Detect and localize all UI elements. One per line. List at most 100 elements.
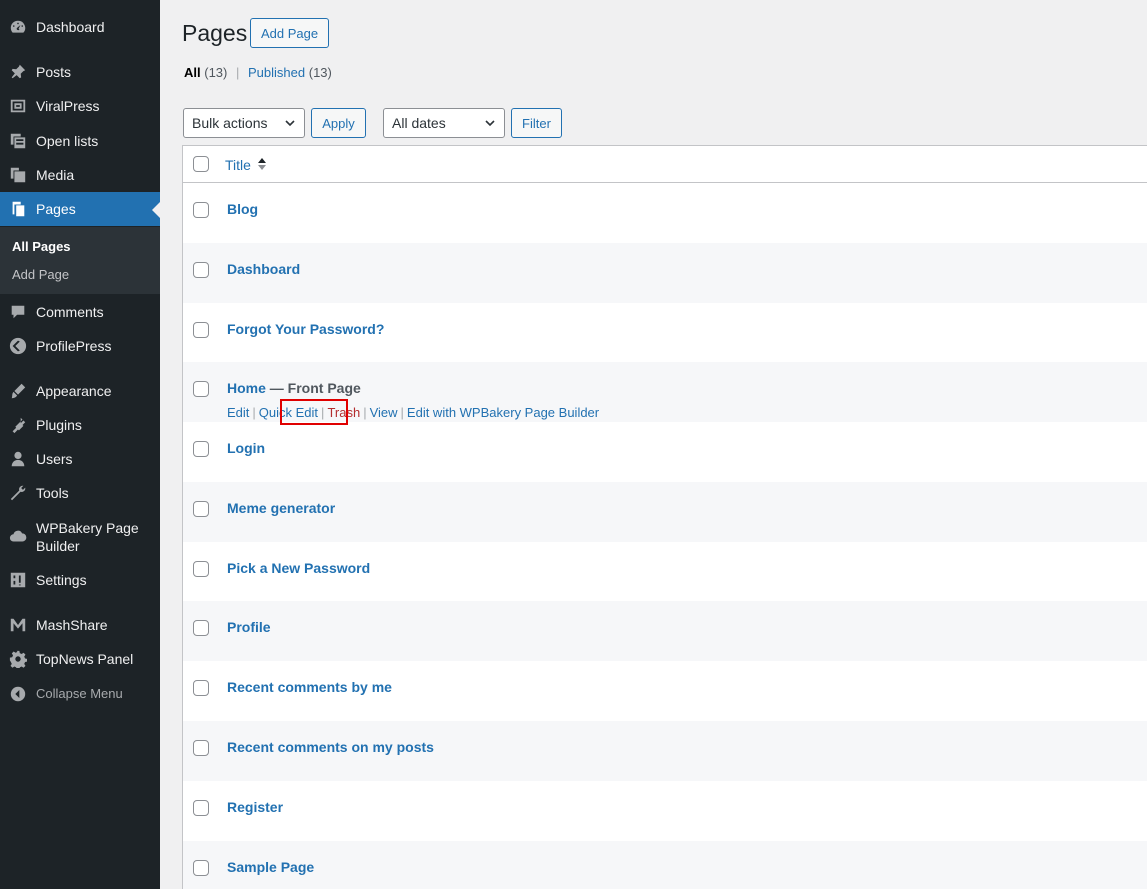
trash-link[interactable]: Trash	[327, 405, 360, 420]
action-separator: |	[252, 405, 256, 420]
action-separator: |	[400, 405, 404, 420]
chevron-down-icon	[485, 120, 495, 127]
collapse-menu-label: Collapse Menu	[36, 686, 123, 701]
bulk-actions-select[interactable]: Bulk actions	[183, 108, 305, 138]
collapse-menu-button[interactable]: Collapse Menu	[0, 677, 160, 711]
filter-all-count: (13)	[204, 65, 228, 80]
page-title-link[interactable]: Profile	[227, 619, 271, 635]
table-row: Dashboard	[183, 243, 1147, 303]
open-lists-icon	[0, 124, 36, 158]
action-separator: |	[321, 405, 325, 420]
menu-viralpress[interactable]: ViralPress	[0, 89, 160, 123]
menu-topnews-label: TopNews Panel	[36, 651, 134, 667]
page-title-link[interactable]: Blog	[227, 201, 258, 217]
filter-published-count: (13)	[308, 65, 332, 80]
row-checkbox[interactable]	[193, 441, 209, 457]
menu-settings[interactable]: Settings	[0, 563, 160, 597]
select-all-checkbox[interactable]	[193, 156, 209, 172]
pages-icon	[0, 192, 36, 226]
menu-dashboard-label: Dashboard	[36, 19, 105, 35]
filter-button[interactable]: Filter	[511, 108, 562, 138]
profilepress-icon	[0, 329, 36, 363]
submenu-add-page[interactable]: Add Page	[12, 267, 69, 282]
row-checkbox[interactable]	[193, 740, 209, 756]
menu-mashshare[interactable]: MashShare	[0, 608, 160, 642]
gear-icon	[0, 642, 36, 676]
media-icon	[0, 158, 36, 192]
menu-appearance-label: Appearance	[36, 383, 112, 399]
row-checkbox[interactable]	[193, 381, 209, 397]
page-title-link[interactable]: Login	[227, 440, 265, 456]
pages-submenu: All Pages Add Page	[0, 227, 160, 294]
menu-viralpress-label: ViralPress	[36, 98, 100, 114]
menu-mashshare-label: MashShare	[36, 617, 108, 633]
page-title-link[interactable]: Register	[227, 799, 283, 815]
menu-profilepress[interactable]: ProfilePress	[0, 329, 160, 363]
row-checkbox[interactable]	[193, 202, 209, 218]
menu-media-label: Media	[36, 167, 75, 183]
menu-wpbakery-label: WPBakery Page Builder	[36, 520, 139, 554]
filter-published-link[interactable]: Published	[248, 65, 305, 80]
cloud-icon	[0, 520, 36, 554]
menu-wpbakery[interactable]: WPBakery Page Builder	[0, 512, 160, 562]
page-title-link[interactable]: Pick a New Password	[227, 560, 370, 576]
pin-icon	[0, 55, 36, 89]
table-row: Meme generator	[183, 482, 1147, 542]
menu-users[interactable]: Users	[0, 442, 160, 476]
table-row: Forgot Your Password?	[183, 303, 1147, 363]
status-filter-links: All (13) | Published (13)	[184, 65, 332, 80]
menu-open-lists[interactable]: Open lists	[0, 124, 160, 158]
filter-all-link[interactable]: All	[184, 65, 201, 80]
page-title-link[interactable]: Forgot Your Password?	[227, 321, 384, 337]
table-row: Sample Page	[183, 841, 1147, 889]
row-checkbox[interactable]	[193, 680, 209, 696]
row-checkbox[interactable]	[193, 262, 209, 278]
page-title-link[interactable]: Recent comments on my posts	[227, 739, 434, 755]
add-page-button[interactable]: Add Page	[250, 18, 330, 48]
table-row: Recent comments on my posts	[183, 721, 1147, 781]
row-checkbox[interactable]	[193, 860, 209, 876]
row-checkbox[interactable]	[193, 800, 209, 816]
menu-tools[interactable]: Tools	[0, 476, 160, 510]
menu-posts[interactable]: Posts	[0, 55, 160, 89]
menu-comments[interactable]: Comments	[0, 295, 160, 329]
appearance-icon	[0, 374, 36, 408]
users-icon	[0, 442, 36, 476]
date-filter-select[interactable]: All dates	[383, 108, 505, 138]
menu-media[interactable]: Media	[0, 158, 160, 192]
edit-link[interactable]: Edit	[227, 405, 249, 420]
dashboard-icon	[0, 10, 36, 44]
menu-topnews-panel[interactable]: TopNews Panel	[0, 642, 160, 676]
menu-pages-label: Pages	[36, 201, 76, 217]
page-title-text[interactable]: Home	[227, 380, 266, 396]
row-checkbox[interactable]	[193, 322, 209, 338]
row-checkbox[interactable]	[193, 620, 209, 636]
page-title-link[interactable]: Dashboard	[227, 261, 300, 277]
edit-with-wpbakery-link[interactable]: Edit with WPBakery Page Builder	[407, 405, 599, 420]
date-filter-value: All dates	[392, 115, 446, 131]
settings-icon	[0, 563, 36, 597]
submenu-all-pages[interactable]: All Pages	[12, 239, 71, 254]
menu-appearance[interactable]: Appearance	[0, 374, 160, 408]
view-link[interactable]: View	[370, 405, 398, 420]
table-header: Title	[183, 146, 1147, 183]
page-title-link[interactable]: Home — Front Page	[227, 380, 361, 396]
menu-dashboard[interactable]: Dashboard	[0, 10, 160, 44]
row-checkbox[interactable]	[193, 561, 209, 577]
page-title-link[interactable]: Meme generator	[227, 500, 335, 516]
wrench-icon	[0, 476, 36, 510]
sort-arrows-icon[interactable]	[257, 156, 267, 172]
menu-pages[interactable]: Pages	[0, 192, 160, 226]
bulk-actions-value: Bulk actions	[192, 115, 268, 131]
pages-table: Title Blog Dashboard Forgot Your Passwor…	[182, 145, 1147, 889]
page-title-link[interactable]: Recent comments by me	[227, 679, 392, 695]
page-title-link[interactable]: Sample Page	[227, 859, 314, 875]
quick-edit-link[interactable]: Quick Edit	[259, 405, 318, 420]
menu-plugins-label: Plugins	[36, 417, 82, 433]
menu-plugins[interactable]: Plugins	[0, 408, 160, 442]
apply-button[interactable]: Apply	[311, 108, 366, 138]
action-separator: |	[363, 405, 367, 420]
row-checkbox[interactable]	[193, 501, 209, 517]
column-title-sort[interactable]: Title	[225, 157, 251, 173]
post-state-label: — Front Page	[265, 380, 361, 396]
